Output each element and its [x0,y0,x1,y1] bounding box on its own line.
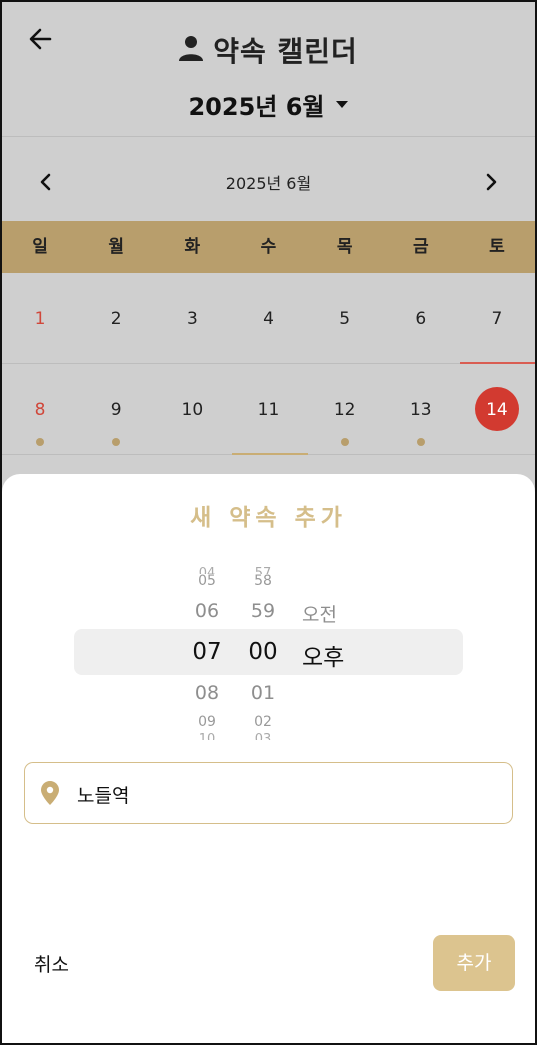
weekday-label: 월 [108,237,125,257]
header-divider [2,136,535,137]
add-appointment-sheet: 새 약속 추가 04 05 06 07 08 09 10 57 58 59 00… [2,474,535,1043]
title-row: 약속 캘린더 [2,30,535,70]
day-cell[interactable]: 13 [383,364,459,454]
map-pin-icon [41,781,59,805]
event-dot [112,438,121,446]
cancel-button[interactable]: 취소 [34,950,69,977]
hour-option[interactable]: 08 [182,682,232,704]
weekday-label: 일 [32,237,48,257]
ampm-selected[interactable]: 오후 [302,638,362,672]
day-cell[interactable]: 9 [78,364,154,454]
day-number: 1 [34,309,46,329]
sheet-title: 새 약속 추가 [190,505,347,531]
day-number: 14 [486,400,508,420]
minute-option[interactable]: 02 [238,714,288,730]
day-cell[interactable]: 5 [307,273,383,363]
month-selector[interactable]: 2025년 6월 [2,84,535,124]
day-cell[interactable]: 2 [78,273,154,363]
day-number: 11 [257,400,280,420]
day-cell[interactable]: 10 [154,364,230,454]
minute-option[interactable]: 01 [238,682,288,704]
add-button[interactable]: 추가 [433,935,515,991]
month-label: 2025년 6월 [225,174,312,193]
day-number: 9 [110,400,122,420]
page-title: 약속 캘린더 [213,35,358,68]
ampm-option[interactable]: 오전 [302,600,362,627]
weekday-label: 수 [260,237,277,257]
month-navigation: 2025년 6월 [2,160,535,202]
weekday-label: 목 [336,237,353,257]
weekday-label: 금 [412,237,429,257]
week-highlight-line [232,453,308,455]
month-selector-label: 2025년 6월 [188,92,325,121]
calendar-week: 1 2 3 4 5 6 7 [2,273,535,363]
day-cell[interactable]: 12 [307,364,383,454]
event-dot [36,438,45,446]
minute-option[interactable]: 59 [238,600,288,622]
day-number: 2 [110,309,122,329]
hour-selected[interactable]: 07 [182,639,232,665]
day-number: 4 [263,309,274,329]
day-cell[interactable]: 3 [154,273,230,363]
event-dot [416,438,425,446]
day-cell[interactable]: 7 [459,273,535,363]
hour-option[interactable]: 09 [182,714,232,730]
event-dot [340,438,349,446]
hour-option[interactable]: 10 [182,732,232,740]
day-cell[interactable]: 4 [230,273,306,363]
day-number: 5 [339,309,351,329]
day-cell[interactable]: 6 [383,273,459,363]
day-number: 7 [491,309,503,329]
app-frame: 약속 캘린더 2025년 6월 2025년 6월 일 월 화 수 목 금 토 1… [0,0,537,1045]
day-number: 12 [333,400,356,420]
day-number: 3 [186,309,198,329]
caret-down-icon [335,95,349,114]
day-number: 8 [34,400,46,420]
hour-option[interactable]: 06 [182,600,232,622]
day-cell[interactable]: 11 [230,364,306,454]
minute-option[interactable]: 03 [238,732,288,740]
day-number: 13 [409,400,432,420]
day-cell[interactable]: 8 [2,364,78,454]
person-icon [179,35,204,65]
location-input[interactable]: 노들역 [24,762,513,824]
minute-selected[interactable]: 00 [238,639,288,665]
weekday-label: 토 [489,237,505,257]
day-cell-selected[interactable]: 14 [459,364,535,454]
chevron-right-icon[interactable] [477,168,505,196]
weekday-label: 화 [184,237,201,257]
location-value: 노들역 [77,785,130,807]
weekday-header: 일 월 화 수 목 금 토 [2,221,535,273]
day-number: 10 [181,400,204,420]
hour-option[interactable]: 05 [182,573,232,589]
day-cell[interactable]: 1 [2,273,78,363]
minute-option[interactable]: 58 [238,573,288,589]
calendar-week: 8 9 10 11 12 13 14 [2,364,535,454]
day-number: 6 [415,309,427,329]
